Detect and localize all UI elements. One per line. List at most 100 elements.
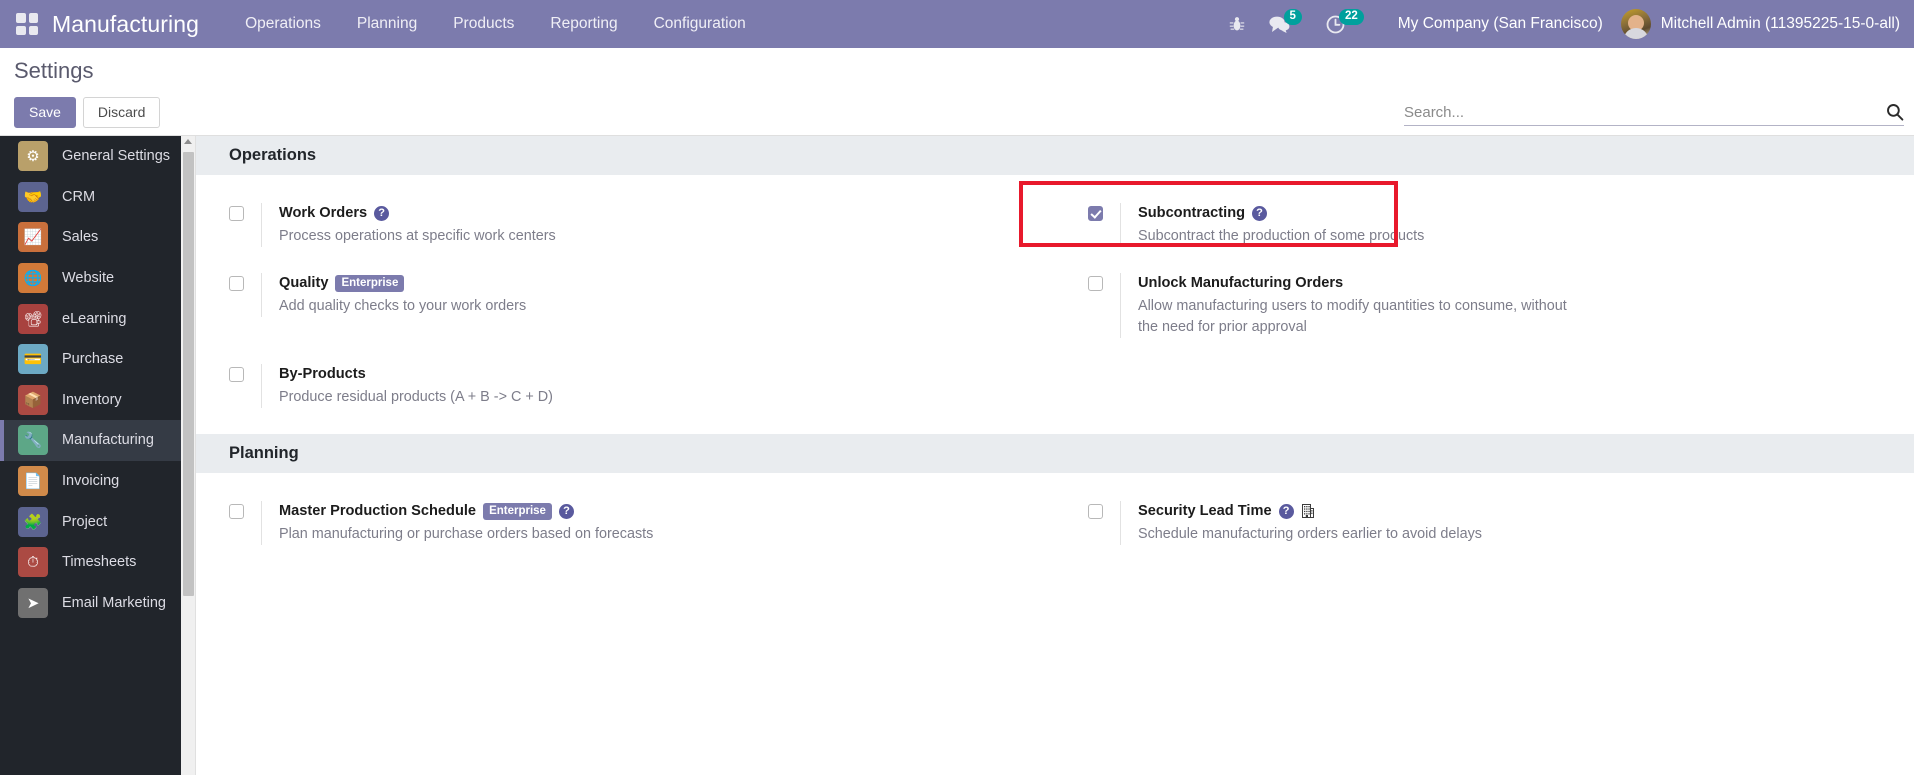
messages-icon[interactable]: 5 [1268, 9, 1302, 33]
menu-operations[interactable]: Operations [227, 0, 339, 48]
setting-title: Security Lead Time? [1138, 501, 1894, 521]
card-icon: 💳 [18, 344, 48, 375]
setting-title: Subcontracting? [1138, 203, 1894, 223]
page-title: Settings [14, 58, 94, 83]
search-bar [1404, 103, 1904, 126]
setting-quality[interactable]: Quality Enterprise Add quality checks to y… [196, 273, 1055, 338]
activities-clock-icon[interactable]: 22 [1326, 9, 1364, 34]
handshake-icon: 🤝 [18, 181, 48, 212]
setting-title: By-Products [279, 364, 1035, 384]
wrench-icon: 🔧 [18, 425, 48, 456]
settings-grid-planning: Master Production Schedule Enterprise? Pla… [196, 473, 1914, 571]
control-panel: Settings Save Discard [0, 48, 1914, 136]
checkbox-subcontracting[interactable] [1088, 206, 1103, 221]
company-switcher[interactable]: My Company (San Francisco) [1398, 15, 1603, 33]
menu-planning[interactable]: Planning [339, 0, 435, 48]
sidebar-item-project[interactable]: 🧩 Project [0, 501, 181, 542]
sidebar-item-timesheets[interactable]: ⏱ Timesheets [0, 542, 181, 583]
setting-unlock-manufacturing-orders[interactable]: Unlock Manufacturing Orders Allow manufac… [1055, 273, 1914, 338]
search-input[interactable] [1404, 103, 1886, 121]
save-button[interactable]: Save [14, 97, 76, 128]
chart-line-icon: 📈 [18, 222, 48, 253]
checkbox-by-products[interactable] [229, 367, 244, 382]
sidebar-item-sales[interactable]: 📈 Sales [0, 217, 181, 258]
paper-plane-icon: ➤ [18, 587, 48, 618]
box-icon: 📦 [18, 384, 48, 415]
setting-title: Work Orders? [279, 203, 1035, 223]
setting-description: Add quality checks to your work orders [279, 298, 527, 314]
help-icon[interactable]: ? [1278, 503, 1294, 519]
scrollbar-thumb[interactable] [183, 152, 194, 596]
setting-subcontracting[interactable]: Subcontracting? Subcontract the productio… [1055, 203, 1914, 247]
checkbox-quality[interactable] [229, 276, 244, 291]
menu-reporting[interactable]: Reporting [532, 0, 635, 48]
settings-content: Operations Work Orders? Process operations… [196, 136, 1914, 775]
invoice-icon: 📄 [18, 466, 48, 497]
setting-security-lead-time[interactable]: Security Lead Time? Schedule manufacturin… [1055, 501, 1914, 545]
help-icon[interactable]: ? [374, 205, 390, 221]
setting-description: Schedule manufacturing orders earlier to… [1138, 526, 1482, 542]
sidebar-item-label: Website [62, 270, 115, 287]
section-header-planning: Planning [196, 434, 1914, 473]
setting-description: Produce residual products (A + B -> C + … [279, 389, 553, 405]
bug-icon[interactable] [1229, 16, 1245, 33]
sidebar-item-website[interactable]: 🌐 Website [0, 258, 181, 299]
setting-title-text: By-Products [279, 366, 366, 382]
sidebar-item-general-settings[interactable]: ⚙ General Settings [0, 136, 181, 177]
help-icon[interactable]: ? [1252, 205, 1268, 221]
setting-title: Quality Enterprise [279, 273, 1035, 293]
gear-icon: ⚙ [18, 141, 48, 172]
discard-button[interactable]: Discard [82, 97, 161, 128]
settings-grid-operations: Work Orders? Process operations at specif… [196, 175, 1914, 434]
enterprise-badge: Enterprise [335, 274, 405, 292]
setting-description: Subcontract the production of some produ… [1138, 228, 1425, 244]
scroll-up-arrow-icon[interactable] [184, 139, 192, 144]
sidebar-item-purchase[interactable]: 💳 Purchase [0, 339, 181, 380]
setting-title-text: Quality [279, 275, 329, 291]
topbar-right-group: 5 22 My Company (San Francisco) Mitchell… [1217, 0, 1914, 48]
apps-grid-icon[interactable] [16, 13, 38, 35]
checkbox-work-orders[interactable] [229, 206, 244, 221]
avatar[interactable] [1620, 9, 1651, 39]
page-body: ⚙ General Settings 🤝 CRM 📈 Sales 🌐 Website 📽 eLea… [0, 136, 1914, 775]
sidebar-item-crm[interactable]: 🤝 CRM [0, 177, 181, 218]
setting-title-text: Unlock Manufacturing Orders [1138, 275, 1344, 291]
puzzle-icon: 🧩 [18, 506, 48, 537]
app-brand-title[interactable]: Manufacturing [52, 11, 199, 38]
checkbox-master-production-schedule[interactable] [229, 504, 244, 519]
sidebar-item-invoicing[interactable]: 📄 Invoicing [0, 461, 181, 502]
setting-description: Process operations at specific work cent… [279, 228, 556, 244]
search-icon[interactable] [1886, 103, 1904, 121]
setting-body: Master Production Schedule Enterprise? Pla… [261, 501, 1035, 545]
setting-work-orders[interactable]: Work Orders? Process operations at specif… [196, 203, 1055, 247]
setting-body: By-Products Produce residual products (A … [261, 364, 1035, 408]
sidebar-item-inventory[interactable]: 📦 Inventory [0, 380, 181, 421]
help-icon[interactable]: ? [558, 503, 574, 519]
setting-title: Unlock Manufacturing Orders [1138, 273, 1894, 293]
user-menu-label[interactable]: Mitchell Admin (11395225-15-0-all) [1661, 15, 1900, 33]
sidebar-item-label: Purchase [62, 351, 124, 368]
setting-description: Allow manufacturing users to modify quan… [1138, 298, 1567, 335]
setting-description: Plan manufacturing or purchase orders ba… [279, 526, 654, 542]
activities-badge-count: 22 [1338, 9, 1364, 25]
setting-by-products[interactable]: By-Products Produce residual products (A … [196, 364, 1055, 408]
setting-body: Quality Enterprise Add quality checks to y… [261, 273, 1035, 317]
sidebar-item-label: Sales [62, 229, 99, 246]
globe-icon: 🌐 [18, 263, 48, 294]
sidebar-item-label: General Settings [62, 148, 171, 165]
action-buttons: Save Discard [14, 97, 161, 128]
sidebar-item-label: Invoicing [62, 473, 120, 490]
menu-products[interactable]: Products [435, 0, 532, 48]
settings-sidebar: ⚙ General Settings 🤝 CRM 📈 Sales 🌐 Website 📽 eLea… [0, 136, 181, 775]
checkbox-unlock-manufacturing-orders[interactable] [1088, 276, 1103, 291]
setting-body: Work Orders? Process operations at specif… [261, 203, 1035, 247]
company-building-icon [1301, 503, 1315, 519]
enterprise-badge: Enterprise [483, 502, 552, 520]
setting-master-production-schedule[interactable]: Master Production Schedule Enterprise? Pla… [196, 501, 1055, 545]
sidebar-item-elearning[interactable]: 📽 eLearning [0, 298, 181, 339]
sidebar-item-manufacturing[interactable]: 🔧 Manufacturing [0, 420, 181, 461]
sidebar-scrollbar[interactable] [181, 136, 196, 775]
checkbox-security-lead-time[interactable] [1088, 504, 1103, 519]
menu-configuration[interactable]: Configuration [636, 0, 764, 48]
sidebar-item-email-marketing[interactable]: ➤ Email Marketing [0, 583, 181, 624]
